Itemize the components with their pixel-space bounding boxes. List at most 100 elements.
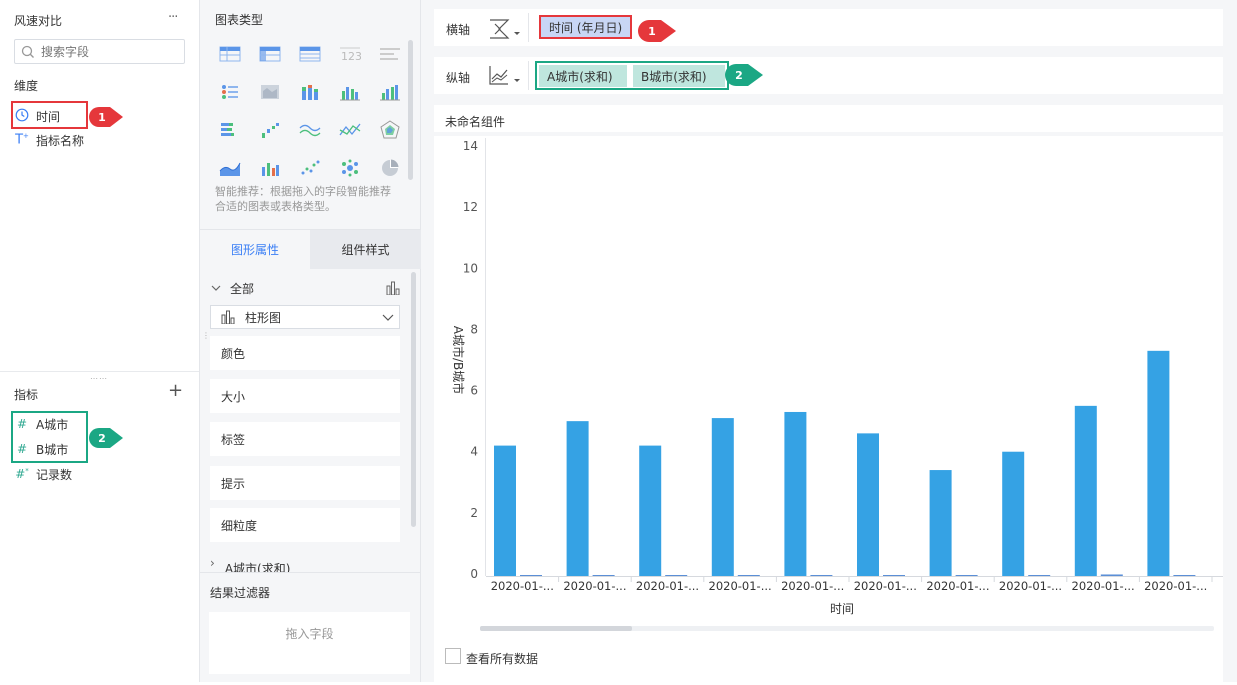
bar-series-a <box>711 418 734 576</box>
kpi-number-icon[interactable]: 123 <box>330 35 370 73</box>
bar-series-a <box>1147 350 1170 576</box>
y-field-pill-a[interactable]: A城市(求和) <box>539 65 627 87</box>
area-chart-icon[interactable] <box>210 149 250 187</box>
dimension-field-indicator-name[interactable]: T+ 指标名称 <box>14 129 84 151</box>
x-tick-label: 2020-01-... <box>709 579 772 593</box>
grouped-column-icon[interactable] <box>370 73 410 111</box>
component-title[interactable]: 未命名组件 <box>434 105 1223 132</box>
dimension-section-title: 维度 <box>14 79 39 93</box>
search-input[interactable] <box>41 44 176 59</box>
y-tick-label: 12 <box>463 200 478 214</box>
bar-series-b <box>955 575 978 576</box>
text-widget-icon[interactable] <box>370 35 410 73</box>
x-tick-label: 2020-01-... <box>854 579 917 593</box>
bar-series-a <box>566 421 589 576</box>
bubble-chart-icon[interactable] <box>330 149 370 187</box>
axis-type-icon[interactable] <box>489 18 523 40</box>
polyline-chart-icon[interactable] <box>330 111 370 149</box>
radar-chart-icon[interactable] <box>370 111 410 149</box>
x-tick-label: 2020-01-... <box>926 579 989 593</box>
chart-type-grid: 123 <box>210 35 410 187</box>
filter-drop-zone[interactable]: 拖入字段 <box>209 612 410 674</box>
x-tick-label: 2020-01-... <box>491 579 554 593</box>
x-axis-label: 横轴 <box>446 23 471 37</box>
cross-table-icon[interactable] <box>250 35 290 73</box>
chart-type-title: 图表类型 <box>215 13 264 27</box>
bar-chart: 0 2 4 6 8 10 12 14 A城市/B城市 2020-01-... 2020-01-...… <box>451 138 1223 631</box>
prop-label[interactable]: 标签 <box>210 422 400 456</box>
y-axis-label: 纵轴 <box>446 71 471 85</box>
badge-number: 1 <box>98 110 106 124</box>
select-value: 柱形图 <box>245 310 282 325</box>
line-chart-icon[interactable] <box>290 111 330 149</box>
x-axis-title: 时间 <box>830 602 854 616</box>
bar-chart-icon[interactable] <box>210 111 250 149</box>
all-group-header[interactable]: 全部 <box>210 278 400 298</box>
detail-table-icon[interactable] <box>290 35 330 73</box>
pie-chart-icon[interactable] <box>370 149 410 187</box>
bar-series-b <box>1173 575 1196 576</box>
field-search[interactable] <box>14 39 185 64</box>
chevron-right-icon: › <box>210 558 215 570</box>
column-chart-icon[interactable] <box>330 73 370 111</box>
more-icon[interactable]: ··· <box>168 10 178 25</box>
prop-color[interactable]: 颜色 <box>210 336 400 370</box>
measure-field-record-count[interactable]: #* 记录数 <box>14 463 72 485</box>
field-label: 记录数 <box>36 467 73 482</box>
prop-tooltip[interactable]: 提示 <box>210 466 400 500</box>
props-scrollbar[interactable] <box>411 272 416 527</box>
divider <box>528 13 529 42</box>
bar-series-a <box>857 433 879 576</box>
y-tick-label: 8 <box>470 322 478 336</box>
y-field-pill-b[interactable]: B城市(求和) <box>633 65 725 87</box>
add-icon[interactable]: + <box>168 380 183 401</box>
bar-series-a <box>784 411 807 576</box>
prop-size[interactable]: 大小 <box>210 379 400 413</box>
bar-series-b <box>520 575 542 576</box>
tab-component-style[interactable]: 组件样式 <box>310 229 421 269</box>
column-type-icon <box>221 310 235 324</box>
divider <box>528 61 529 90</box>
x-field-pill[interactable]: 时间 (年月日) <box>539 15 633 39</box>
text-type-icon: T+ <box>15 132 29 148</box>
series-group-header[interactable]: › A城市(求和) <box>210 558 400 572</box>
axis-type-icon[interactable] <box>489 65 523 87</box>
bar-series-b <box>665 575 688 576</box>
y-axis-shelf: 纵轴 A城市(求和) B城市(求和) <box>434 57 1223 94</box>
chart-canvas: 0 2 4 6 8 10 12 14 A城市/B城市 2020-01-... 2020-01-...… <box>434 136 1223 682</box>
chart-config-panel: 图表类型 123 智能推荐：根据拖入的字段智能推荐合适的图表或表格类型。 图形属… <box>200 0 421 682</box>
stacked-column-icon[interactable] <box>290 73 330 111</box>
result-filter-title: 结果过滤器 <box>210 586 271 600</box>
map-icon[interactable] <box>250 73 290 111</box>
bar-series-b <box>1028 575 1051 576</box>
dataset-title: 风速对比 <box>14 14 63 28</box>
badge-number: 1 <box>648 24 656 38</box>
chart-type-scrollbar[interactable] <box>408 40 413 180</box>
field-panel: 风速对比 ··· 维度 时间 T+ 指标名称 1 ⋯⋯ 指标 + # A城市 #… <box>0 0 200 682</box>
resize-handle-icon[interactable]: ⋯⋯ <box>90 374 108 383</box>
y-tick-label: 4 <box>470 445 478 459</box>
combo-chart-icon[interactable] <box>250 149 290 187</box>
tab-graph-attributes[interactable]: 图形属性 <box>200 229 310 269</box>
chart-area: 横轴 时间 (年月日) 1 纵轴 A城市(求和) B城市(求和) 2 未命名组件… <box>421 0 1237 682</box>
view-all-checkbox[interactable] <box>445 648 461 664</box>
prop-granularity[interactable]: 细粒度 <box>210 508 400 542</box>
bar-series-a <box>1074 405 1097 576</box>
chart-type-select[interactable]: 柱形图 <box>210 305 400 329</box>
y-tick-label: 10 <box>463 261 478 275</box>
waterfall-icon[interactable] <box>250 111 290 149</box>
column-type-icon <box>386 281 400 295</box>
series-label: A城市(求和) <box>224 562 291 572</box>
x-tick-label: 2020-01-... <box>563 579 626 593</box>
search-icon <box>21 45 34 58</box>
all-label: 全部 <box>230 281 255 296</box>
dot-matrix-icon[interactable] <box>210 73 250 111</box>
svg-text:123: 123 <box>341 50 361 62</box>
scatter-chart-icon[interactable] <box>290 149 330 187</box>
y-axis-title: A城市/B城市 <box>451 326 466 395</box>
resize-handle-icon[interactable]: ⋮ <box>202 332 210 340</box>
x-axis-shelf: 横轴 时间 (年月日) <box>434 9 1223 46</box>
chart-scrollbar-thumb <box>480 626 632 631</box>
table-icon[interactable] <box>210 35 250 73</box>
y-tick-label: 14 <box>463 139 478 153</box>
